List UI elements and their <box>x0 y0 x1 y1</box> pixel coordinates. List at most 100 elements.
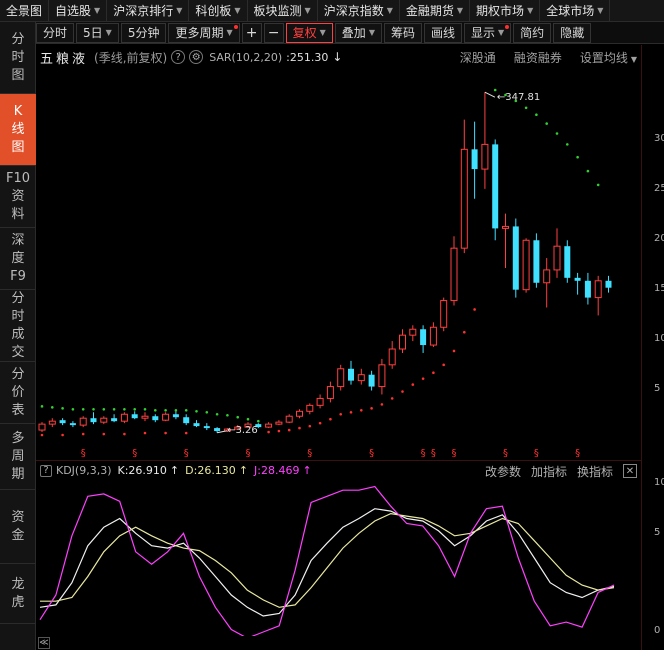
sidebar-tab-label: 度 <box>11 250 25 266</box>
candle-body <box>275 421 283 425</box>
sidebar-tab-label: 虎 <box>11 594 25 610</box>
chevron-down-icon: ▼ <box>105 28 112 37</box>
axis-tick-label: 15 <box>654 283 664 294</box>
menu-item-4[interactable]: 板块监测 ▼ <box>248 0 318 21</box>
sidebar-tab-label: 资 <box>11 509 25 525</box>
candle-body <box>120 413 128 422</box>
kdj-chart[interactable] <box>36 480 641 636</box>
sidebar-tab-7[interactable]: 资金 <box>0 490 36 564</box>
sidebar-tab-label: 深 <box>11 232 25 248</box>
sar-dot <box>524 106 528 110</box>
sar-dot <box>164 431 167 435</box>
sar-indicator-label[interactable]: SAR(10,2,20) <box>209 51 282 64</box>
sidebar-tab-8[interactable]: 龙虎 <box>0 564 36 624</box>
sidebar-tab-0[interactable]: 分时图 <box>0 22 36 94</box>
overlay-button[interactable]: 叠加 ▼ <box>334 22 382 43</box>
menu-item-label: 沪深京指数 <box>323 4 384 18</box>
chart-background <box>36 68 641 460</box>
menu-item-8[interactable]: 全球市场 ▼ <box>540 0 611 21</box>
menu-item-2[interactable]: 沪深京排行 ▼ <box>107 0 190 21</box>
sar-dot <box>360 408 363 412</box>
menu-item-label: 科创板 <box>195 4 232 18</box>
help-icon[interactable]: ? <box>40 464 52 477</box>
sar-dot <box>40 405 44 408</box>
signal-marker: § <box>421 448 426 459</box>
kdj-name[interactable]: KDJ(9,3,3) <box>56 464 112 477</box>
fenshi-button[interactable]: 分时 <box>36 22 75 43</box>
sidebar-tab-6[interactable]: 多周期 <box>0 424 36 490</box>
sar-dot <box>380 403 384 406</box>
candle-body <box>183 417 190 424</box>
top-menu-bar: 全景图 自选股 ▼ 沪深京排行 ▼ 科创板 ▼ 板块监测 ▼ 沪深京指数 ▼ 金融期货 ▼ 期权市场 ▼ 全球… <box>0 0 664 22</box>
sidebar-tab-label: 期 <box>11 466 25 482</box>
five-day-button[interactable]: 5日 ▼ <box>76 22 119 43</box>
menu-item-1[interactable]: 自选股 ▼ <box>49 0 108 21</box>
gear-icon[interactable]: ⚙ <box>189 50 204 64</box>
candle-body <box>296 410 303 417</box>
candle-body <box>512 226 519 290</box>
fuquan-button[interactable]: 复权 ▼ <box>285 22 333 43</box>
candle-body <box>440 300 448 328</box>
more-periods-button[interactable]: 更多周期 ▼ <box>168 22 240 43</box>
candle-body <box>409 328 417 336</box>
sidebar-tab-3[interactable]: 深度 F9 <box>0 228 36 290</box>
sar-dot <box>215 412 219 416</box>
signal-marker: § <box>307 448 312 459</box>
candle-body <box>326 386 334 399</box>
sidebar-tab-2[interactable]: F10 资料 <box>0 166 36 228</box>
signal-marker: § <box>246 448 251 459</box>
menu-item-3[interactable]: 科创板 ▼ <box>189 0 248 21</box>
five-min-button[interactable]: 5分钟 <box>120 22 167 43</box>
sar-dot <box>71 408 75 411</box>
candle-body <box>564 246 571 278</box>
menu-item-5[interactable]: 沪深京指数 ▼ <box>318 0 400 21</box>
candle-body <box>450 247 458 302</box>
margin-trading-link[interactable]: 融资融券 <box>514 49 562 66</box>
chevron-down-icon: ▼ <box>319 28 326 37</box>
menu-item-label: 金融期货 <box>405 4 454 18</box>
candle-body <box>357 374 365 382</box>
kdj-header: ? KDJ(9,3,3) K:26.910 ↑ D:26.130 ↑ J:28.… <box>36 460 641 480</box>
candlestick-chart[interactable]: § § § § § § § § § § § § ←347.81 ←3.26 <box>36 68 641 460</box>
candle-body <box>420 329 427 346</box>
chouma-button[interactable]: 筹码 <box>383 22 422 43</box>
sidebar-tab-5[interactable]: 分价表 <box>0 362 36 424</box>
menu-item-0[interactable]: 全景图 <box>0 0 50 21</box>
help-icon[interactable]: ? <box>171 50 186 64</box>
hide-button[interactable]: 隐藏 <box>553 22 592 43</box>
simple-button[interactable]: 简约 <box>513 22 552 43</box>
scroll-left-icon[interactable]: ≪ <box>38 637 50 649</box>
display-button[interactable]: 显示 ▼ <box>464 22 512 43</box>
zoom-in-button[interactable]: + <box>241 22 262 43</box>
menu-item-7[interactable]: 期权市场 ▼ <box>470 0 541 21</box>
chevron-down-icon: ▼ <box>234 6 241 15</box>
chevron-down-icon: ▼ <box>368 28 375 37</box>
sar-dot <box>390 397 394 400</box>
candle-body <box>203 426 210 429</box>
sar-dot <box>246 417 250 421</box>
kdj-d-value: D:26.130 <box>185 464 236 477</box>
close-icon[interactable]: ✕ <box>623 464 637 478</box>
add-indicator-link[interactable]: 加指标 <box>531 463 567 480</box>
sidebar-tab-4[interactable]: 分时成交 <box>0 290 36 362</box>
sar-dot <box>205 410 209 414</box>
signal-marker: § <box>503 448 508 459</box>
sar-dot <box>411 383 415 386</box>
sar-dot <box>463 330 466 334</box>
shenguton-link[interactable]: 深股通 <box>460 49 496 66</box>
draw-line-button[interactable]: 画线 <box>423 22 462 43</box>
axis-tick-label: 10 <box>654 333 664 344</box>
sar-dot <box>535 113 538 117</box>
candle-body <box>131 414 138 419</box>
sar-dot <box>236 415 239 419</box>
sidebar-tab-label: 线 <box>11 121 25 137</box>
change-params-link[interactable]: 改参数 <box>485 463 521 480</box>
candle-body <box>522 239 530 291</box>
zoom-out-button[interactable]: − <box>263 22 284 43</box>
sidebar-tab-1[interactable]: K线图 <box>0 94 36 166</box>
switch-indicator-link[interactable]: 换指标 <box>577 463 613 480</box>
candle-body <box>38 423 46 431</box>
menu-item-6[interactable]: 金融期货 ▼ <box>400 0 471 21</box>
ma-settings-link[interactable]: 设置均线 ▼ <box>580 49 637 66</box>
sar-dot <box>184 431 188 435</box>
